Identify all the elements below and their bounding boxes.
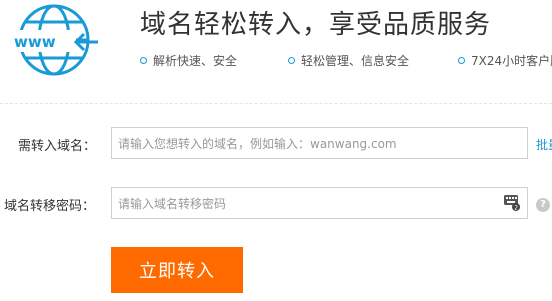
feature-text: 轻松管理、信息安全 bbox=[301, 54, 410, 68]
feature-text: 7X24小时客户服务 bbox=[471, 54, 552, 68]
domain-input-placeholder: 请输入您想转入的域名，例如输入：wanwang.com bbox=[118, 136, 397, 151]
help-icon[interactable]: ? bbox=[536, 198, 550, 212]
batch-transfer-link[interactable]: 批量 bbox=[536, 136, 552, 153]
circle-bullet-icon bbox=[458, 57, 465, 64]
circle-bullet-icon bbox=[288, 57, 295, 64]
soft-keyboard-icon[interactable]: 2 bbox=[503, 193, 521, 211]
section-divider bbox=[0, 103, 552, 104]
feature-text: 解析快速、安全 bbox=[153, 54, 238, 68]
svg-text:www: www bbox=[14, 33, 56, 51]
transfer-code-placeholder: 请输入域名转移密码 bbox=[118, 196, 227, 211]
svg-text:2: 2 bbox=[514, 205, 518, 212]
domain-label: 需转入域名： bbox=[18, 139, 97, 154]
circle-bullet-icon bbox=[140, 57, 147, 64]
transfer-code-label: 域名转移密码： bbox=[4, 199, 96, 214]
domain-input[interactable]: 请输入您想转入的域名，例如输入：wanwang.com bbox=[111, 127, 528, 159]
www-globe-transfer-logo: www bbox=[10, 4, 98, 76]
submit-transfer-button[interactable]: 立即转入 bbox=[111, 247, 243, 293]
feature-item: 轻松管理、信息安全 bbox=[288, 52, 409, 69]
feature-item: 解析快速、安全 bbox=[140, 52, 237, 69]
transfer-code-input[interactable]: 请输入域名转移密码 2 bbox=[111, 187, 528, 219]
page-headline: 域名轻松转入，享受品质服务 bbox=[140, 10, 492, 40]
feature-item: 7X24小时客户服务 bbox=[458, 52, 552, 69]
